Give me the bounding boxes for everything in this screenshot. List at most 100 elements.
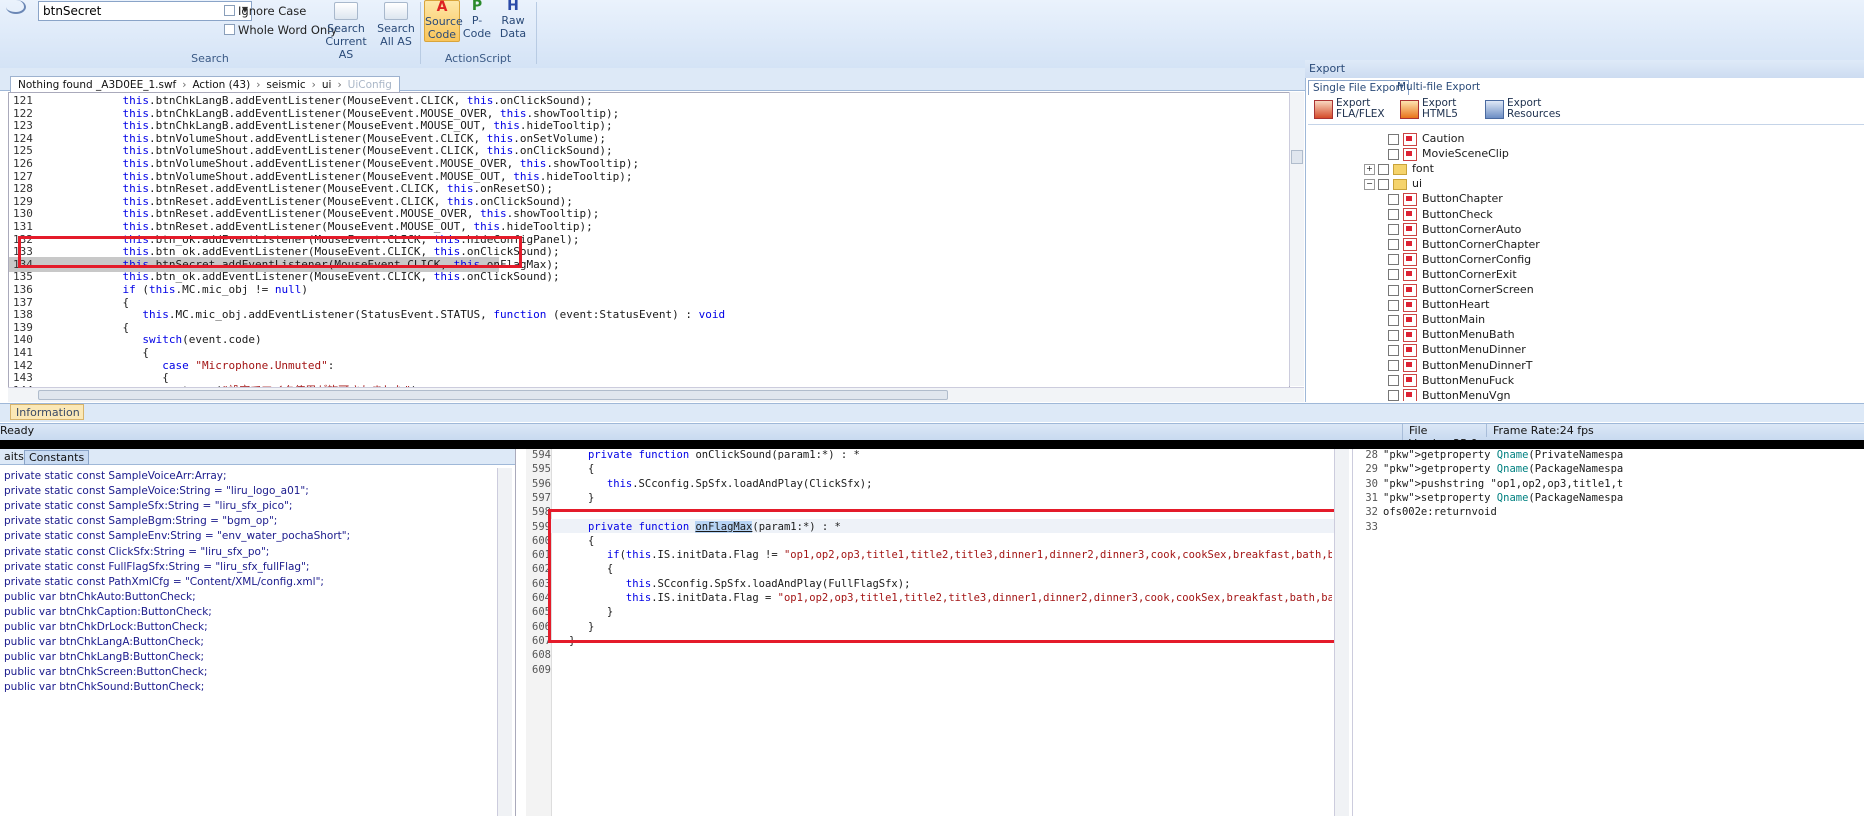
ignore-case-label: Ignore Case xyxy=(238,4,307,18)
trait-item[interactable]: private static const SampleVoiceArr:Arra… xyxy=(4,469,227,484)
tree-item[interactable]: ButtonHeart xyxy=(1388,297,1489,312)
source-code-button[interactable]: A Source Code xyxy=(424,0,463,42)
trait-item[interactable]: private static const SampleSfx:String = … xyxy=(4,499,292,514)
trait-item[interactable]: private static const PathXmlCfg = "Conte… xyxy=(4,575,324,590)
scrollbar-thumb[interactable] xyxy=(38,390,948,400)
search-input[interactable]: btnSecret ▼ xyxy=(38,1,252,21)
pcode-label: P-Code xyxy=(462,14,492,40)
export-tree[interactable]: Caution MovieSceneClip + font − ui ButtonChapt… xyxy=(1308,124,1864,401)
breadcrumb-item-seismic[interactable]: seismic xyxy=(263,79,308,91)
tree-item[interactable]: Caution xyxy=(1388,131,1464,146)
trait-item[interactable]: public var btnChkScreen:ButtonCheck; xyxy=(4,665,207,680)
tree-checkbox[interactable] xyxy=(1388,254,1399,266)
export-fla-button[interactable]: Export FLA/FLEX xyxy=(1314,98,1385,120)
editor-vertical-scrollbar[interactable] xyxy=(1289,92,1304,386)
trait-item[interactable]: public var btnChkAuto:ButtonCheck; xyxy=(4,590,196,605)
trait-item[interactable]: public var btnChkSound:ButtonCheck; xyxy=(4,680,204,695)
tree-checkbox[interactable] xyxy=(1388,329,1399,341)
code-line: 597 } xyxy=(526,491,1332,505)
tree-item-label: ButtonMenuDinnerT xyxy=(1422,358,1533,372)
export-resources-button[interactable]: Export Resources xyxy=(1485,98,1561,120)
trait-item[interactable]: private static const ClickSfx:String = "… xyxy=(4,545,269,560)
trait-item[interactable]: private static const SampleVoice:String … xyxy=(4,484,309,499)
whole-word-checkbox[interactable] xyxy=(224,24,235,35)
tree-checkbox[interactable] xyxy=(1388,133,1399,145)
pcode-button[interactable]: P P-Code xyxy=(460,0,494,40)
search-all-as-button[interactable]: Search All AS xyxy=(376,2,416,48)
tree-item[interactable]: ButtonCornerChapter xyxy=(1388,237,1540,252)
tree-checkbox[interactable] xyxy=(1388,148,1399,160)
tree-item-label: ButtonCornerChapter xyxy=(1422,237,1540,251)
tree-folder[interactable]: + font xyxy=(1364,161,1434,176)
tree-item[interactable]: MovieSceneClip xyxy=(1388,146,1509,161)
expand-icon[interactable]: − xyxy=(1364,178,1375,190)
source-code-icon: A xyxy=(436,0,448,15)
breadcrumb-item-file[interactable]: Nothing found _A3D0EE_1.swf xyxy=(15,79,179,91)
tree-checkbox[interactable] xyxy=(1388,284,1399,296)
export-res-label-2: Resources xyxy=(1507,108,1561,120)
tree-item[interactable]: ButtonCornerAuto xyxy=(1388,222,1521,237)
tab-constants[interactable]: Constants xyxy=(24,450,90,465)
tree-item[interactable]: ButtonMenuBath xyxy=(1388,327,1515,342)
trait-item[interactable]: public var btnChkCaption:ButtonCheck; xyxy=(4,605,212,620)
tree-item-label: ButtonCornerExit xyxy=(1422,267,1517,281)
line-number: 33 xyxy=(1365,520,1378,533)
line-number: 32 xyxy=(1365,506,1378,519)
sprite-icon xyxy=(1403,313,1417,327)
tree-checkbox[interactable] xyxy=(1388,375,1399,387)
hex-icon: H xyxy=(507,0,519,14)
code-vertical-scrollbar[interactable] xyxy=(1334,449,1349,816)
tree-item-label: ButtonHeart xyxy=(1422,298,1490,312)
tree-folder[interactable]: − ui xyxy=(1364,176,1422,191)
expand-icon[interactable]: + xyxy=(1364,163,1375,175)
tree-checkbox[interactable] xyxy=(1388,314,1399,326)
tree-item[interactable]: ButtonMenuDinnerT xyxy=(1388,358,1533,373)
tree-checkbox[interactable] xyxy=(1388,344,1399,356)
trait-item[interactable]: public var btnChkLangA:ButtonCheck; xyxy=(4,635,204,650)
tree-checkbox[interactable] xyxy=(1388,269,1399,281)
code-line: 594 private function onClickSound(param1… xyxy=(526,448,1332,462)
trait-item[interactable]: private static const SampleBgm:String = … xyxy=(4,514,277,529)
tab-information[interactable]: Information xyxy=(10,404,84,420)
tree-item[interactable]: ButtonChapter xyxy=(1388,191,1503,206)
tree-item[interactable]: ButtonMenuFuck xyxy=(1388,373,1514,388)
tree-item-label: ButtonCheck xyxy=(1422,207,1493,221)
tree-checkbox[interactable] xyxy=(1388,299,1399,311)
tree-item[interactable]: ButtonCornerScreen xyxy=(1388,282,1534,297)
tree-checkbox[interactable] xyxy=(1388,239,1399,251)
tree-checkbox[interactable] xyxy=(1388,390,1399,401)
tree-checkbox[interactable] xyxy=(1388,193,1399,205)
trait-item[interactable]: public var btnChkLangB:ButtonCheck; xyxy=(4,650,204,665)
tree-item[interactable]: ButtonMenuDinner xyxy=(1388,342,1526,357)
tree-checkbox[interactable] xyxy=(1388,209,1399,220)
sprite-icon xyxy=(1403,147,1417,161)
sprite-icon xyxy=(1403,283,1417,297)
tree-item[interactable]: ButtonMain xyxy=(1388,312,1485,327)
tab-multi-file-export[interactable]: Multi-file Export xyxy=(1393,80,1484,95)
line-number: 594 xyxy=(532,449,551,461)
search-all-label-1: Search xyxy=(377,22,415,35)
tree-item[interactable]: ButtonCornerExit xyxy=(1388,267,1517,282)
breadcrumb-item-action[interactable]: Action (43) xyxy=(189,79,253,91)
export-html5-button[interactable]: Export HTML5 xyxy=(1400,98,1458,120)
breadcrumb-item-current[interactable]: UiConfig xyxy=(345,79,395,91)
raw-data-button[interactable]: H Raw Data xyxy=(496,0,530,40)
tree-item[interactable]: ButtonCheck xyxy=(1388,207,1493,222)
ignore-case-checkbox[interactable] xyxy=(224,5,235,16)
tree-checkbox[interactable] xyxy=(1388,360,1399,371)
resources-icon xyxy=(1485,100,1504,119)
tree-checkbox[interactable] xyxy=(1378,178,1389,190)
tree-item[interactable]: ButtonCornerConfig xyxy=(1388,252,1531,267)
tree-item-label: ButtonMenuBath xyxy=(1422,328,1515,342)
trait-item[interactable]: private static const SampleEnv:String = … xyxy=(4,529,350,544)
scrollbar-thumb[interactable] xyxy=(1291,150,1303,164)
tree-item[interactable]: ButtonMenuVgn xyxy=(1388,388,1511,401)
sprite-icon xyxy=(1403,389,1417,401)
breadcrumb-item-ui[interactable]: ui xyxy=(319,79,335,91)
tree-checkbox[interactable] xyxy=(1388,224,1399,236)
trait-item[interactable]: private static const FullFlagSfx:String … xyxy=(4,560,309,575)
traits-scrollbar[interactable] xyxy=(497,468,512,816)
trait-item[interactable]: public var btnChkDrLock:ButtonCheck; xyxy=(4,620,208,635)
tree-checkbox[interactable] xyxy=(1378,163,1389,175)
tree-item-label: ButtonMenuDinner xyxy=(1422,343,1526,357)
